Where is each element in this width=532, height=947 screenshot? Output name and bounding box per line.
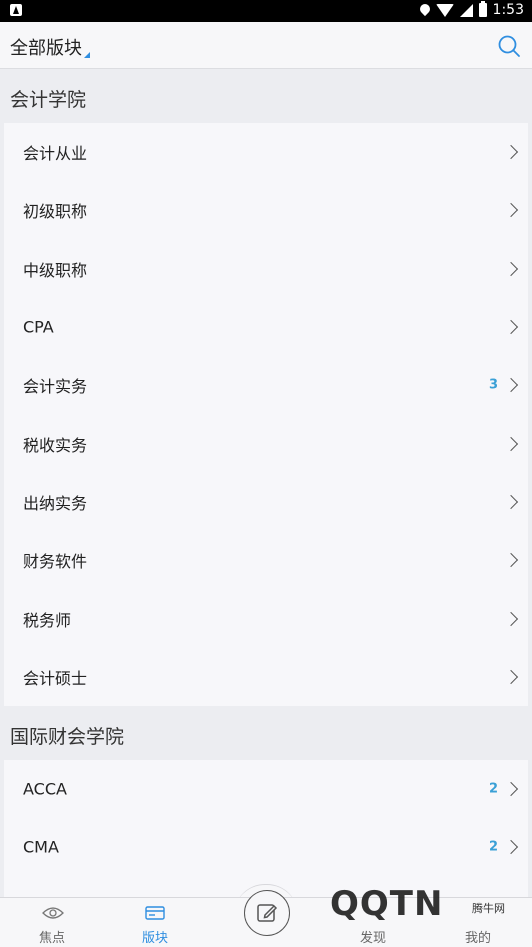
count-badge: 2 <box>488 839 498 855</box>
board-filter-dropdown[interactable]: 全部版块 <box>10 34 82 60</box>
chevron-right-icon <box>503 669 519 684</box>
list-item[interactable]: 财务软件 <box>4 531 528 589</box>
search-icon[interactable] <box>497 34 521 58</box>
item-label: 会计硕士 <box>23 668 88 688</box>
section-card: 会计从业 初级职称 中级职称 CPA 会计实务 3 税收实务 出纳实务 财务软件 <box>4 123 528 706</box>
item-label: 出纳实务 <box>23 493 88 513</box>
dropdown-triangle-icon[interactable] <box>84 52 90 58</box>
list-item[interactable]: 中级职称 <box>4 240 528 298</box>
chevron-right-icon <box>503 203 519 218</box>
tab-focus[interactable]: 焦点 <box>2 898 102 947</box>
list-item[interactable]: 初级职称 <box>4 181 528 239</box>
list-item[interactable]: 会计实务 3 <box>4 356 528 414</box>
chevron-right-icon <box>503 436 519 451</box>
chevron-right-icon <box>503 494 519 509</box>
count-badge: 2 <box>488 781 498 797</box>
tab-label: 发现 <box>359 931 386 946</box>
location-icon <box>420 4 430 17</box>
chevron-right-icon <box>503 840 519 855</box>
notification-icon <box>10 4 22 16</box>
section-card: ACCA 2 CMA 2 <box>4 760 528 897</box>
item-label: CPA <box>23 317 54 337</box>
list-item[interactable]: 税务师 <box>4 589 528 647</box>
item-label: 税务师 <box>23 610 72 630</box>
chevron-right-icon <box>503 378 519 393</box>
tab-board[interactable]: 版块 <box>105 898 205 947</box>
item-label: 会计实务 <box>23 377 88 397</box>
chevron-right-icon <box>503 553 519 568</box>
count-badge: 3 <box>488 377 498 393</box>
item-label: 中级职称 <box>23 260 88 280</box>
list-item[interactable]: 会计从业 <box>4 123 528 181</box>
status-time: 1:53 <box>492 2 524 18</box>
item-label: CMA <box>23 837 59 857</box>
item-label: ACCA <box>23 779 67 799</box>
list-item[interactable]: 会计硕士 <box>4 648 528 706</box>
eye-icon <box>42 907 64 919</box>
item-label: 会计从业 <box>23 144 88 164</box>
list-item[interactable]: 出纳实务 <box>4 473 528 531</box>
chevron-right-icon <box>503 782 519 797</box>
tab-label: 我的 <box>464 931 491 946</box>
chevron-right-icon <box>503 611 519 626</box>
tab-label: 焦点 <box>38 931 65 946</box>
compose-icon <box>257 904 278 922</box>
section-title: 会计学院 <box>10 89 87 111</box>
wifi-icon <box>435 3 454 17</box>
list-item[interactable]: 税收实务 <box>4 414 528 472</box>
watermark-logo: QQTN <box>330 884 444 924</box>
item-label: 税收实务 <box>23 435 88 455</box>
section-title: 国际财会学院 <box>10 726 125 748</box>
item-label: 财务软件 <box>23 552 88 572</box>
chevron-right-icon <box>503 145 519 160</box>
tab-label: 版块 <box>141 931 168 946</box>
signal-icon <box>459 3 473 17</box>
watermark-site: 腾牛网 <box>472 902 505 915</box>
status-bar: 1:53 <box>0 0 532 22</box>
board-icon <box>145 906 165 920</box>
list-item[interactable]: CPA <box>4 298 528 356</box>
compose-button[interactable] <box>244 890 290 936</box>
list-item[interactable]: CMA 2 <box>4 818 528 876</box>
chevron-right-icon <box>503 319 519 335</box>
app-header: 全部版块 <box>0 22 532 69</box>
list-item[interactable]: ACCA 2 <box>4 760 528 818</box>
chevron-right-icon <box>503 261 519 276</box>
item-label: 初级职称 <box>23 202 88 222</box>
battery-icon <box>478 1 487 17</box>
